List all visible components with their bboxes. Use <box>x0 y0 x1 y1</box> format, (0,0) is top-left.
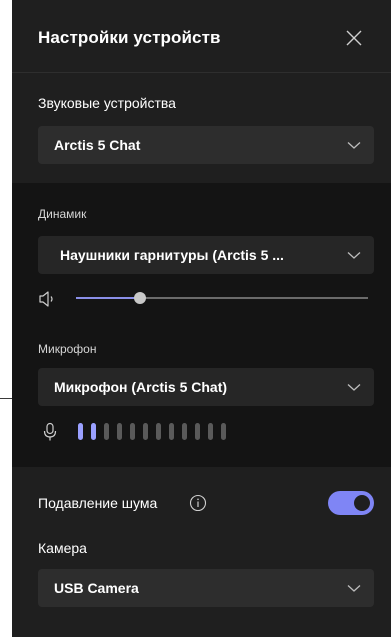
level-bar <box>130 423 135 440</box>
level-bar <box>221 423 226 440</box>
audio-devices-label: Звуковые устройства <box>38 95 176 111</box>
level-bar <box>117 423 122 440</box>
level-bar <box>78 423 83 440</box>
audio-devices-value: Arctis 5 Chat <box>54 137 141 153</box>
chevron-down-icon <box>347 384 361 391</box>
level-bar <box>169 423 174 440</box>
audio-devices-section: Звуковые устройства Arctis 5 Chat <box>12 73 391 183</box>
camera-label: Камера <box>38 540 87 556</box>
camera-value: USB Camera <box>54 580 139 596</box>
level-bar <box>195 423 200 440</box>
level-bar <box>156 423 161 440</box>
microphone-value: Микрофон (Arctis 5 Chat) <box>54 379 228 395</box>
slider-thumb[interactable] <box>134 292 147 304</box>
level-bar <box>182 423 187 440</box>
panel-title: Настройки устройств <box>38 28 221 47</box>
speaker-dropdown[interactable]: Наушники гарнитуры (Arctis 5 ... <box>38 236 374 274</box>
close-icon <box>346 30 362 46</box>
speaker-label: Динамик <box>38 207 87 221</box>
close-button[interactable] <box>342 26 366 50</box>
noise-suppression-label: Подавление шума <box>38 495 158 511</box>
chevron-down-icon <box>347 585 361 592</box>
panel-header: Настройки устройств <box>12 0 391 73</box>
device-settings-panel: Настройки устройств Звуковые устройства … <box>12 0 391 637</box>
level-bar <box>143 423 148 440</box>
audio-devices-dropdown[interactable]: Arctis 5 Chat <box>38 126 374 164</box>
level-bar <box>208 423 213 440</box>
level-bar <box>104 423 109 440</box>
microphone-label: Микрофон <box>38 342 97 356</box>
level-bar <box>91 423 96 440</box>
info-icon[interactable] <box>189 494 207 512</box>
speaker-icon <box>39 291 53 307</box>
chevron-down-icon <box>347 252 361 259</box>
chevron-down-icon <box>347 142 361 149</box>
speaker-volume-slider[interactable] <box>76 288 368 308</box>
microphone-level-meter <box>78 423 226 441</box>
slider-fill <box>76 297 141 299</box>
microphone-icon <box>43 422 57 441</box>
speaker-value: Наушники гарнитуры (Arctis 5 ... <box>60 247 284 263</box>
toggle-knob <box>354 495 370 511</box>
noise-suppression-toggle[interactable] <box>328 491 374 515</box>
microphone-dropdown[interactable]: Микрофон (Arctis 5 Chat) <box>38 368 374 406</box>
window-edge-line <box>0 398 12 399</box>
camera-dropdown[interactable]: USB Camera <box>38 569 374 607</box>
